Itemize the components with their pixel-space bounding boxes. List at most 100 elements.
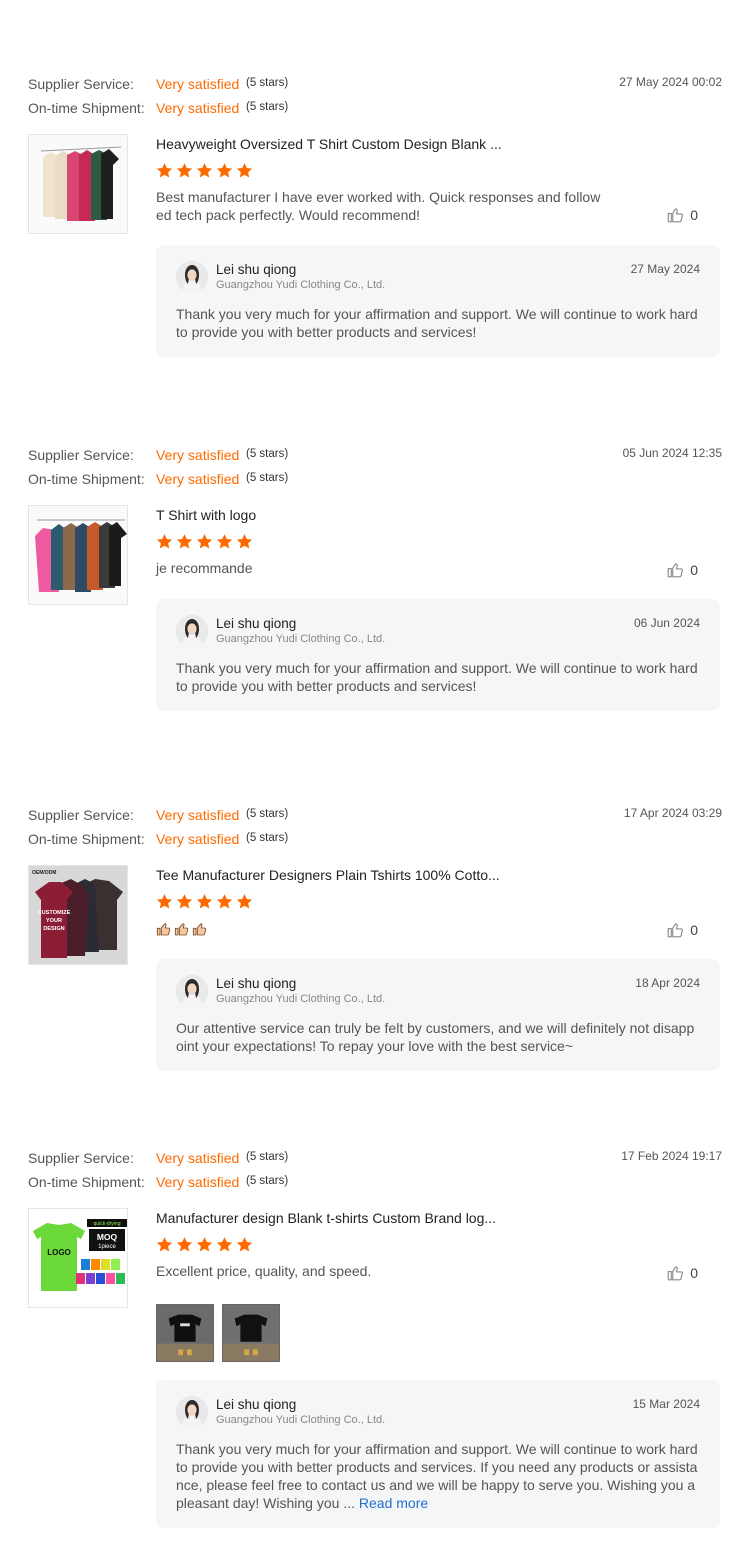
supplier-reply: Lei shu qiong Guangzhou Yudi Clothing Co… [156, 599, 720, 711]
avatar [176, 261, 208, 293]
like-count: 0 [690, 922, 698, 938]
supplier-service-value: Very satisfied [156, 1150, 240, 1166]
like-button[interactable]: 0 [666, 1264, 698, 1282]
rating-stars [156, 162, 253, 179]
star-icon [216, 533, 233, 550]
shipment-value: Very satisfied [156, 471, 240, 487]
like-count: 0 [690, 562, 698, 578]
reply-author-name: Lei shu qiong [216, 616, 297, 631]
star-icon [156, 162, 173, 179]
thumb-moq-qty: 1piece [98, 1244, 116, 1250]
like-button[interactable]: 0 [666, 561, 698, 579]
product-title[interactable]: Manufacturer design Blank t-shirts Custo… [156, 1210, 496, 1226]
reply-text: Thank you very much for your affirmation… [176, 660, 698, 694]
reply-date: 18 Apr 2024 [635, 976, 700, 990]
shipment-stars: (5 stars) [246, 1175, 289, 1187]
supplier-service-value: Very satisfied [156, 76, 240, 92]
star-icon [176, 533, 193, 550]
review-comment [156, 921, 208, 937]
star-icon [176, 893, 193, 910]
review-comment: Best manufacturer I have ever worked wit… [156, 189, 601, 223]
supplier-service-stars: (5 stars) [246, 448, 289, 460]
product-title[interactable]: Tee Manufacturer Designers Plain Tshirts… [156, 867, 500, 883]
thumb-line1: CUSTOMIZE [38, 910, 71, 916]
like-button[interactable]: 0 [666, 921, 698, 939]
supplier-service-value: Very satisfied [156, 447, 240, 463]
product-title[interactable]: T Shirt with logo [156, 507, 256, 523]
product-thumbnail[interactable] [28, 134, 128, 234]
shipment-stars: (5 stars) [246, 101, 289, 113]
thumb-line2: YOUR [46, 918, 62, 924]
review-date: 17 Feb 2024 19:17 [621, 1149, 722, 1163]
product-thumbnail[interactable] [28, 505, 128, 605]
supplier-service-value: Very satisfied [156, 807, 240, 823]
star-icon [216, 162, 233, 179]
like-button[interactable]: 0 [666, 206, 698, 224]
supplier-reply: Lei shu qiong Guangzhou Yudi Clothing Co… [156, 245, 720, 357]
shipment-stars: (5 stars) [246, 472, 289, 484]
star-icon [156, 893, 173, 910]
thumbs-up-emoji-icon [156, 921, 172, 937]
thumb-banner-text: OEM/ODM [32, 870, 56, 876]
shipment-label: On-time Shipment: [28, 471, 145, 487]
rating-stars [156, 1236, 253, 1253]
review-comment: je recommande [156, 560, 253, 576]
review-comment: Excellent price, quality, and speed. [156, 1263, 372, 1279]
product-title[interactable]: Heavyweight Oversized T Shirt Custom Des… [156, 136, 502, 152]
review-card: Supplier Service: Very satisfied (5 star… [28, 805, 722, 1105]
reply-text-body: Thank you very much for your affirmation… [176, 1441, 698, 1511]
shipment-value: Very satisfied [156, 831, 240, 847]
reply-text: Thank you very much for your affirmation… [176, 1440, 700, 1512]
supplier-service-label: Supplier Service: [28, 807, 134, 823]
star-icon [156, 533, 173, 550]
reply-date: 15 Mar 2024 [632, 1397, 700, 1411]
thumb-line3: DESIGN [43, 926, 64, 932]
thumb-badge-text: quick-drying [94, 1221, 121, 1227]
supplier-service-label: Supplier Service: [28, 1150, 134, 1166]
shipment-label: On-time Shipment: [28, 1174, 145, 1190]
thumbs-up-icon [666, 206, 684, 224]
review-photos [156, 1304, 280, 1362]
product-thumbnail[interactable]: OEM/ODM CUSTOMIZE YOUR DESIGN [28, 865, 128, 965]
like-count: 0 [690, 1265, 698, 1281]
review-date: 17 Apr 2024 03:29 [623, 806, 722, 820]
star-icon [196, 893, 213, 910]
reply-company: Guangzhou Yudi Clothing Co., Ltd. [216, 993, 386, 1005]
star-icon [156, 1236, 173, 1253]
read-more-link[interactable]: Read more [359, 1495, 428, 1511]
reply-company: Guangzhou Yudi Clothing Co., Ltd. [216, 1414, 386, 1426]
thumbs-up-emoji-icon [174, 921, 190, 937]
product-thumbnail[interactable]: LOGO quick-drying MOQ 1piece [28, 1208, 128, 1308]
review-card: Supplier Service: Very satisfied (5 star… [28, 74, 722, 374]
star-icon [236, 533, 253, 550]
star-icon [216, 1236, 233, 1253]
reply-author-name: Lei shu qiong [216, 976, 297, 991]
review-date: 27 May 2024 00:02 [619, 75, 722, 89]
star-icon [216, 893, 233, 910]
reply-text: Our attentive service can truly be felt … [176, 1020, 695, 1054]
review-card: Supplier Service: Very satisfied (5 star… [28, 445, 722, 745]
supplier-reply: Lei shu qiong Guangzhou Yudi Clothing Co… [156, 1380, 720, 1528]
review-photo[interactable] [156, 1304, 214, 1362]
supplier-service-label: Supplier Service: [28, 447, 134, 463]
review-photo[interactable] [222, 1304, 280, 1362]
thumbs-up-emoji-icon [192, 921, 208, 937]
shipment-label: On-time Shipment: [28, 831, 145, 847]
thumb-logo-text: LOGO [47, 1248, 71, 1257]
reply-date: 06 Jun 2024 [633, 616, 700, 630]
shipment-stars: (5 stars) [246, 832, 289, 844]
star-icon [236, 893, 253, 910]
reply-date: 27 May 2024 [630, 262, 700, 276]
star-icon [236, 1236, 253, 1253]
shipment-value: Very satisfied [156, 100, 240, 116]
supplier-reply: Lei shu qiong Guangzhou Yudi Clothing Co… [156, 959, 720, 1071]
star-icon [236, 162, 253, 179]
supplier-service-stars: (5 stars) [246, 1151, 289, 1163]
supplier-service-stars: (5 stars) [246, 77, 289, 89]
shipment-value: Very satisfied [156, 1174, 240, 1190]
reply-author-name: Lei shu qiong [216, 262, 297, 277]
avatar [176, 1396, 208, 1428]
review-card: Supplier Service: Very satisfied (5 star… [28, 1148, 722, 1538]
shipment-label: On-time Shipment: [28, 100, 145, 116]
like-count: 0 [690, 207, 698, 223]
